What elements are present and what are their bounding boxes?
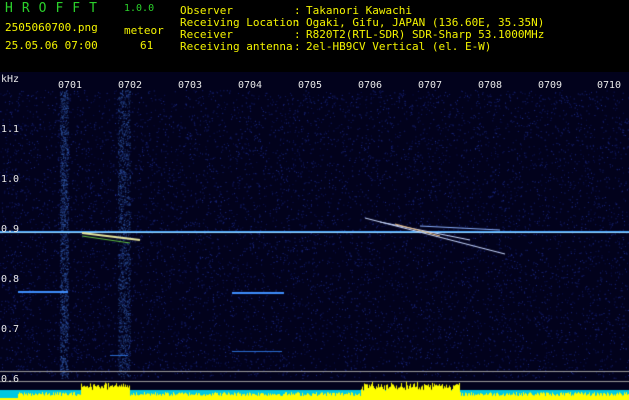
- antenna-separator: :: [294, 40, 301, 53]
- meteor-label: meteor: [124, 24, 164, 37]
- app-name: HROFFT: [5, 1, 106, 16]
- antenna-label: Receiving antenna: [180, 40, 293, 53]
- y-tick-label: 0.7: [1, 324, 20, 335]
- x-tick-label: 0705: [298, 80, 323, 91]
- y-axis-unit: kHz: [1, 74, 20, 85]
- x-tick-label: 0703: [178, 80, 203, 91]
- y-tick-label: 1.1: [1, 124, 20, 135]
- file-name: 2505060700.png: [5, 21, 98, 34]
- y-tick-label: 1.0: [1, 174, 20, 185]
- x-tick-label: 0701: [58, 80, 83, 91]
- x-tick-label: 0702: [118, 80, 143, 91]
- spectrogram-panel: kHz 1.1 1.0 0.9 0.8 0.7 0.6 0701 0702 07…: [0, 72, 629, 400]
- x-tick-label: 0710: [597, 80, 622, 91]
- header-panel: HROFFT 1.0.0 2505060700.png meteor 25.05…: [0, 0, 629, 72]
- x-tick-label: 0707: [418, 80, 443, 91]
- meteor-count: 61: [140, 39, 154, 52]
- timestamp: 25.05.06 07:00: [5, 39, 98, 52]
- x-tick-label: 0708: [478, 80, 503, 91]
- y-tick-label: 0.9: [1, 224, 20, 235]
- x-tick-label: 0709: [538, 80, 563, 91]
- x-tick-label: 0704: [238, 80, 263, 91]
- antenna-value: 2el-HB9CV Vertical (el. E-W): [306, 40, 492, 53]
- spectrogram-image: [0, 72, 629, 400]
- x-tick-label: 0706: [358, 80, 383, 91]
- y-tick-label: 0.6: [1, 374, 20, 385]
- app-version: 1.0.0: [124, 3, 155, 14]
- y-tick-label: 0.8: [1, 274, 20, 285]
